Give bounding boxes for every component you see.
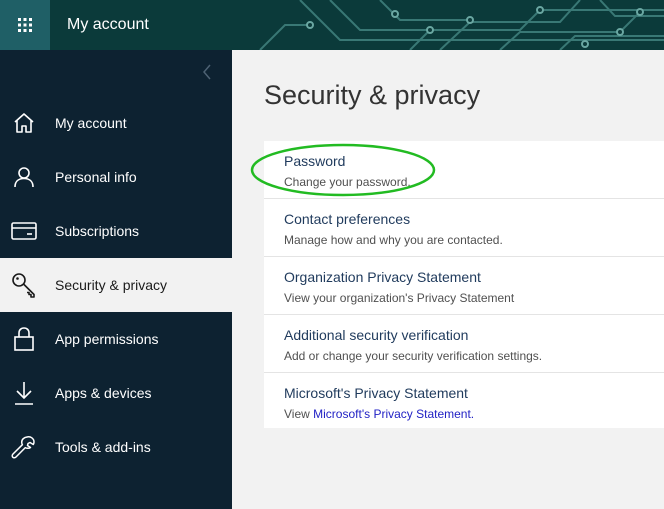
list-item-title[interactable]: Contact preferences <box>284 211 410 227</box>
sidebar-item-apps-devices[interactable]: Apps & devices <box>0 366 232 420</box>
app-launcher-icon <box>18 18 32 32</box>
list-item-description: Change your password. <box>284 175 411 189</box>
list-item-organization-privacy[interactable]: Organization Privacy Statement View your… <box>264 257 664 314</box>
sidebar-item-label: Apps & devices <box>55 385 152 401</box>
chevron-left-icon <box>203 64 211 80</box>
lock-icon <box>11 326 37 352</box>
sidebar-nav: My account Personal info Subscriptions S… <box>0 50 232 509</box>
card-icon <box>11 218 37 244</box>
wrench-icon <box>11 434 37 460</box>
sidebar-item-label: Subscriptions <box>55 223 140 239</box>
sidebar-item-label: Tools & add-ins <box>55 439 151 455</box>
home-icon <box>11 110 37 136</box>
sidebar-item-security-privacy[interactable]: Security & privacy <box>0 258 232 312</box>
settings-list: Password Change your password. Contact p… <box>264 141 664 428</box>
collapse-sidebar-button[interactable] <box>198 62 216 82</box>
list-item-description: View Microsoft's Privacy Statement. <box>284 407 474 421</box>
list-item-contact-preferences[interactable]: Contact preferences Manage how and why y… <box>264 199 664 256</box>
list-item-title[interactable]: Password <box>284 153 345 169</box>
person-icon <box>11 164 37 190</box>
list-item-security-verification[interactable]: Additional security verification Add or … <box>264 315 664 372</box>
list-item-description: Add or change your security verification… <box>284 349 543 363</box>
list-item-description: View your organization's Privacy Stateme… <box>284 291 515 305</box>
page-title: Security & privacy <box>264 80 481 110</box>
sidebar-item-tools-addins[interactable]: Tools & add-ins <box>0 420 232 474</box>
list-item-password[interactable]: Password Change your password. <box>264 141 664 198</box>
privacy-statement-link[interactable]: Microsoft's Privacy Statement. <box>313 407 474 421</box>
description-prefix: View <box>284 407 314 421</box>
key-icon <box>11 272 37 298</box>
sidebar-item-label: Personal info <box>55 169 137 185</box>
app-launcher-button[interactable] <box>0 0 50 50</box>
sidebar-item-subscriptions[interactable]: Subscriptions <box>0 204 232 258</box>
top-bar: My account <box>0 0 664 50</box>
sidebar-item-personal-info[interactable]: Personal info <box>0 150 232 204</box>
app-title[interactable]: My account <box>67 0 149 50</box>
sidebar-item-app-permissions[interactable]: App permissions <box>0 312 232 366</box>
main-content: Security & privacy Password Change your … <box>232 50 664 509</box>
download-icon <box>11 380 37 406</box>
list-item-title[interactable]: Organization Privacy Statement <box>284 269 481 285</box>
list-item-description: Manage how and why you are contacted. <box>284 233 503 247</box>
sidebar-item-label: Security & privacy <box>55 277 168 293</box>
list-item-microsoft-privacy[interactable]: Microsoft's Privacy Statement View Micro… <box>264 373 664 430</box>
list-item-title[interactable]: Microsoft's Privacy Statement <box>284 385 468 401</box>
sidebar-item-label: App permissions <box>55 331 159 347</box>
sidebar-item-label: My account <box>55 115 127 131</box>
sidebar-item-my-account[interactable]: My account <box>0 96 232 150</box>
list-item-title[interactable]: Additional security verification <box>284 327 468 343</box>
